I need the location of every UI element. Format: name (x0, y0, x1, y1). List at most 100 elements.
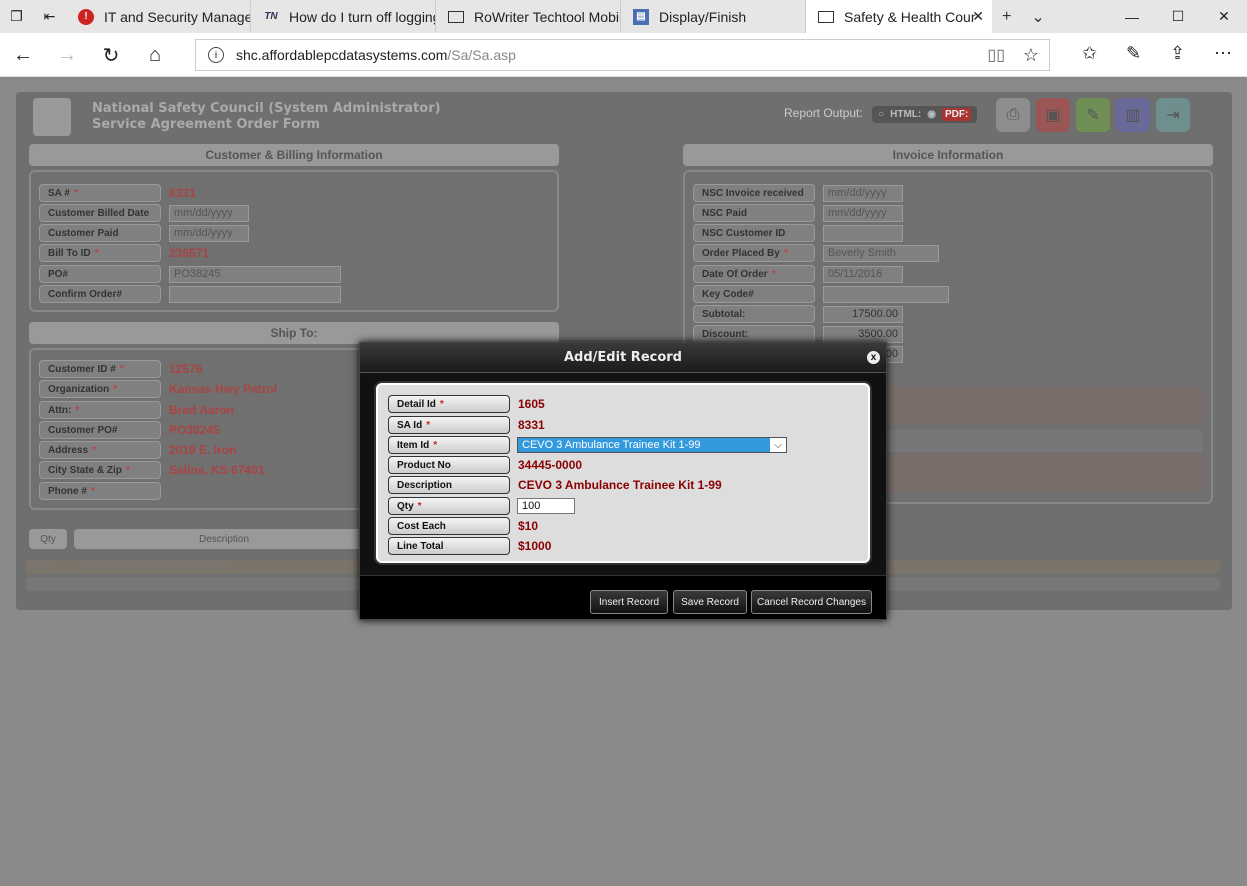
set-aside-tabs-icon[interactable]: ⇤ (33, 0, 66, 33)
billing-section-title: Customer & Billing Information (29, 144, 559, 166)
report-output-toggle[interactable]: ○ HTML: ◉ PDF: (872, 106, 978, 123)
cost-each-row: Cost Each $10 (388, 517, 538, 535)
tab-label: Safety & Health Cour (844, 8, 976, 25)
new-tab-icon[interactable]: + (1002, 8, 1011, 26)
item-id-select[interactable]: CEVO 3 Ambulance Trainee Kit 1-99 ⌵ (517, 437, 787, 453)
pen-icon[interactable]: ✎ (1126, 43, 1141, 64)
more-icon[interactable]: ⋯ (1214, 43, 1232, 64)
qty-label: Qty * (388, 497, 510, 515)
minimize-icon[interactable]: — (1109, 0, 1155, 33)
qty-input[interactable]: 100 (517, 498, 575, 514)
dialog-form: Detail Id * 1605 SA Id * 8331 Item Id * CEV… (376, 383, 870, 563)
date-of-order-field[interactable]: 05/11/2016 (823, 265, 903, 283)
back-arrow-icon[interactable]: ← (8, 41, 38, 69)
field-label: NSC Paid (693, 204, 815, 222)
field-label: Organization * (39, 380, 161, 398)
order-placed-by-select[interactable]: Beverly Smith (823, 244, 939, 262)
books-icon[interactable]: ▥ (1116, 98, 1150, 132)
customer-paid-field[interactable]: mm/dd/yyyy (169, 224, 249, 242)
tab-label: Display/Finish (659, 8, 747, 25)
product-no-row: Product No 34445-0000 (388, 456, 582, 474)
key-code-field[interactable] (823, 285, 949, 303)
print-icon[interactable]: ⎙ (996, 98, 1030, 132)
subtotal-field[interactable]: 17500.00 (823, 305, 903, 323)
red-shield-icon: ! (78, 8, 94, 25)
description-value: CEVO 3 Ambulance Trainee Kit 1-99 (518, 478, 722, 492)
sa-id-value: 8331 (518, 418, 545, 432)
share-icon[interactable]: ⇪ (1170, 43, 1185, 64)
line-total-row: Line Total $1000 (388, 537, 551, 555)
pdf-export-icon[interactable]: ▣ (1036, 98, 1070, 132)
field-label: Customer Paid (39, 224, 161, 242)
browser-tab-bar: ❐ ⇤ ! IT and Security Manager TN How do … (0, 0, 1247, 33)
invoice-row: NSC Customer ID (693, 224, 903, 242)
shipto-row: Customer PO# PO38245 (39, 421, 220, 439)
reading-view-icon[interactable]: ▯▯ (987, 45, 1005, 65)
tab-manager-icon[interactable]: ❐ (0, 0, 33, 33)
billing-row: PO# PO38245 (39, 265, 341, 283)
field-label: NSC Customer ID (693, 224, 815, 242)
close-window-icon[interactable]: ✕ (1201, 0, 1247, 33)
browser-tab-1[interactable]: ! IT and Security Manager (66, 0, 251, 33)
shipto-row: Address * 2019 E. Iron (39, 441, 236, 459)
cost-each-label: Cost Each (388, 517, 510, 535)
po-field[interactable]: PO38245 (169, 265, 341, 283)
tab-controls: + ⌄ (1002, 0, 1045, 33)
billing-row: Customer Billed Date mm/dd/yyyy (39, 204, 249, 222)
tab-label: IT and Security Manager (104, 8, 251, 25)
browser-tab-5-active[interactable]: Safety & Health Cour ✕ (806, 0, 992, 33)
nsc-paid-field[interactable]: mm/dd/yyyy (823, 204, 903, 222)
customer-po-value: PO38245 (169, 423, 220, 437)
edit-icon[interactable]: ✎ (1076, 98, 1110, 132)
field-label: City State & Zip * (39, 461, 161, 479)
field-label: Subtotal: (693, 305, 815, 323)
billed-date-field[interactable]: mm/dd/yyyy (169, 204, 249, 222)
field-label: Customer PO# (39, 421, 161, 439)
address-value: 2019 E. Iron (169, 443, 237, 457)
url-path: /Sa/Sa.asp (447, 47, 516, 63)
field-label: Customer ID # * (39, 360, 161, 378)
discount-field[interactable]: 3500.00 (823, 325, 903, 343)
maximize-icon[interactable]: ☐ (1155, 0, 1201, 33)
home-icon[interactable]: ⌂ (140, 41, 170, 69)
dialog-title: Add/Edit Record (360, 343, 886, 373)
invoice-row: Key Code# (693, 285, 949, 303)
browser-tab-2[interactable]: TN How do I turn off logging (251, 0, 436, 33)
product-no-label: Product No (388, 456, 510, 474)
close-tab-icon[interactable]: ✕ (972, 8, 984, 25)
favorite-star-icon[interactable]: ☆ (1023, 45, 1039, 66)
nsc-invoice-received-field[interactable]: mm/dd/yyyy (823, 184, 903, 202)
nsc-customer-id-field[interactable] (823, 224, 903, 242)
bill-to-id-value: 238571 (169, 246, 210, 260)
favorites-list-icon[interactable]: ✩ (1082, 43, 1097, 64)
description-column-header[interactable]: Description (74, 529, 374, 549)
line-total-value: $1000 (518, 539, 552, 553)
chevron-down-icon[interactable]: ⌄ (1031, 7, 1044, 27)
qty-column-header[interactable]: Qty (29, 529, 67, 549)
billing-panel: SA # * 8331 Customer Billed Date mm/dd/yyyy… (29, 170, 559, 312)
exit-icon[interactable]: ⇥ (1156, 98, 1190, 132)
row-qty: 100 (34, 579, 50, 589)
invoice-section-title: Invoice Information (683, 144, 1213, 166)
insert-record-button[interactable]: Insert Record (590, 590, 668, 614)
sa-number-value: 8331 (169, 186, 196, 200)
description-row: Description CEVO 3 Ambulance Trainee Kit… (388, 476, 722, 494)
url-field[interactable]: i shc.affordablepcdatasystems.com/Sa/Sa.… (195, 39, 1050, 71)
chevron-down-icon[interactable]: ⌵ (770, 438, 786, 452)
field-label: NSC Invoice received (693, 184, 815, 202)
html-label: HTML: (890, 109, 922, 120)
browser-tab-4[interactable]: ▤ Display/Finish (621, 0, 806, 33)
confirm-order-field[interactable] (169, 285, 341, 303)
invoice-row: NSC Paid mm/dd/yyyy (693, 204, 903, 222)
item-id-label: Item Id * (388, 436, 510, 454)
forward-arrow-icon[interactable]: → (52, 41, 82, 69)
browser-tab-3[interactable]: RoWriter Techtool Mobile (436, 0, 621, 33)
url-host: shc.affordablepcdatasystems.com (236, 47, 448, 63)
refresh-icon[interactable]: ↻ (96, 41, 126, 69)
detail-id-label: Detail Id * (388, 395, 510, 413)
save-record-button[interactable]: Save Record (673, 590, 747, 614)
field-label: PO# (39, 265, 161, 283)
close-icon[interactable]: x (867, 351, 880, 364)
site-info-icon[interactable]: i (208, 47, 224, 63)
cancel-record-changes-button[interactable]: Cancel Record Changes (751, 590, 872, 614)
